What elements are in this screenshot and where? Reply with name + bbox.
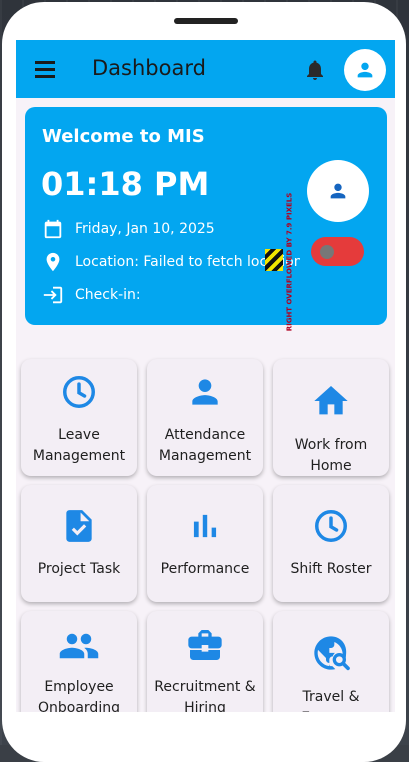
tile-label: Recruitment & Hiring [154, 679, 256, 712]
tile-label: Employee Onboarding [38, 679, 120, 712]
page-title: Dashboard [92, 56, 206, 80]
date-row: Friday, Jan 10, 2025 [42, 216, 215, 242]
phone-notch [174, 18, 238, 24]
tile-shift-roster[interactable]: Shift Roster [273, 485, 389, 602]
briefcase-icon [188, 630, 222, 660]
tile-leave-management[interactable]: Leave Management [21, 359, 137, 476]
phone-frame: Dashboard Welcome to MIS 01:18 PM Friday… [2, 2, 406, 762]
checkin-toggle[interactable] [311, 237, 364, 266]
person-icon [192, 379, 218, 405]
tile-label: Travel & Expense [301, 689, 360, 712]
welcome-card: Welcome to MIS 01:18 PM Friday, Jan 10, … [25, 107, 387, 331]
login-icon [43, 286, 63, 304]
person-icon [357, 62, 373, 78]
group-icon [59, 633, 99, 659]
overflow-warning-stripe [265, 249, 283, 271]
user-photo-avatar[interactable] [307, 160, 369, 222]
tile-performance[interactable]: Performance [147, 485, 263, 602]
tile-label: Performance [160, 561, 250, 577]
tile-attendance-management[interactable]: Attendance Management [147, 359, 263, 476]
location-pin-icon [46, 252, 60, 272]
tile-recruitment-hiring[interactable]: Recruitment & Hiring [147, 611, 263, 712]
tile-label: Work from Home [294, 437, 368, 474]
tile-label: Project Task [37, 561, 121, 577]
clock-icon [315, 510, 347, 542]
checkin-text: Check-in: [75, 287, 141, 303]
task-check-icon [66, 510, 92, 542]
bar-chart-icon [193, 514, 217, 538]
profile-avatar-button[interactable] [344, 49, 386, 91]
toggle-knob [320, 245, 334, 259]
tile-travel-expense[interactable]: Travel & Expense [273, 611, 389, 712]
tile-work-from-home[interactable]: Work from Home [273, 359, 389, 476]
current-time: 01:18 PM [41, 165, 210, 203]
person-icon [330, 183, 346, 199]
app-bar: Dashboard [16, 40, 395, 98]
date-text: Friday, Jan 10, 2025 [75, 221, 215, 237]
calendar-icon [44, 219, 62, 239]
overflow-warning: RIGHT OVERFLOWED BY 7.9 PIXELS [283, 189, 296, 335]
bell-icon[interactable] [303, 58, 327, 82]
clock-icon [63, 376, 95, 408]
travel-search-icon [314, 636, 350, 671]
tile-label: Shift Roster [290, 561, 372, 577]
welcome-title: Welcome to MIS [42, 126, 205, 147]
checkin-row: Check-in: [42, 282, 141, 308]
overflow-warning-text: RIGHT OVERFLOWED BY 7.9 PIXELS [285, 192, 294, 332]
home-icon [314, 386, 348, 415]
location-row: Location: Failed to fetch location. [42, 249, 300, 275]
menu-icon[interactable] [32, 58, 58, 80]
tile-label: Attendance Management [158, 427, 252, 464]
tile-employee-onboarding[interactable]: Employee Onboarding [21, 611, 137, 712]
app-screen: Dashboard Welcome to MIS 01:18 PM Friday… [16, 40, 395, 712]
tile-project-task[interactable]: Project Task [21, 485, 137, 602]
tile-label: Leave Management [32, 427, 126, 464]
